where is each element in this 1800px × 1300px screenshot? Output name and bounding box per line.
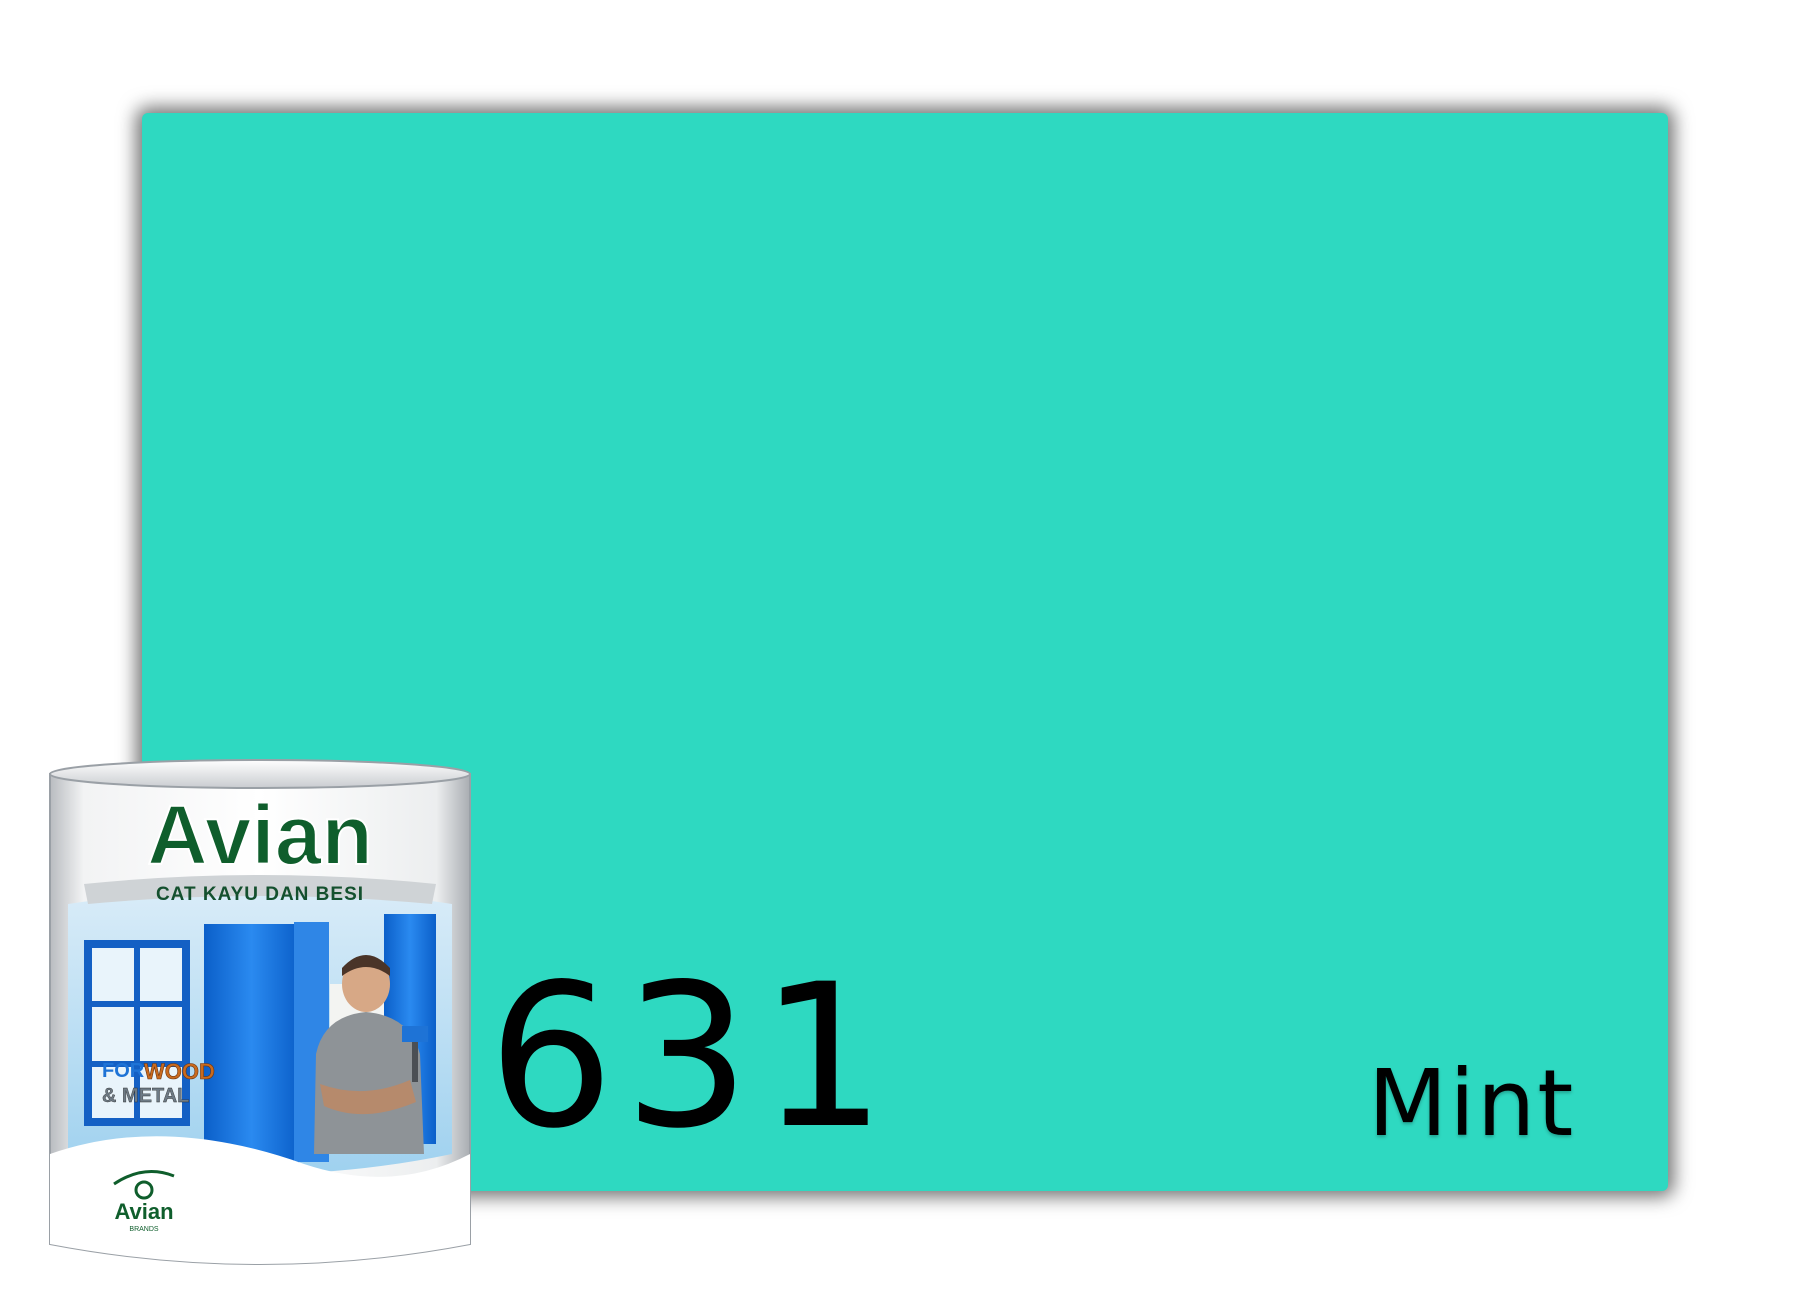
svg-text:FOR: FOR — [102, 1060, 145, 1082]
can-subtitle: CAT KAYU DAN BESI — [156, 884, 364, 905]
door-illustration — [204, 924, 299, 1164]
paint-swatch-page: 631 Mint FOR WOOD & METAL Avian CAT KAYU… — [0, 0, 1800, 1300]
color-code: 631 — [488, 941, 896, 1172]
svg-text:WOOD: WOOD — [144, 1059, 215, 1084]
svg-text:BRANDS: BRANDS — [129, 1226, 159, 1233]
color-name: Mint — [1368, 1050, 1576, 1157]
svg-text:Avian: Avian — [114, 1199, 173, 1224]
brand-wordmark: Avian — [147, 788, 373, 882]
svg-text:& METAL: & METAL — [102, 1085, 189, 1107]
paint-can-image: FOR WOOD & METAL Avian CAT KAYU DAN BESI… — [44, 754, 476, 1274]
can-rim — [49, 759, 471, 789]
